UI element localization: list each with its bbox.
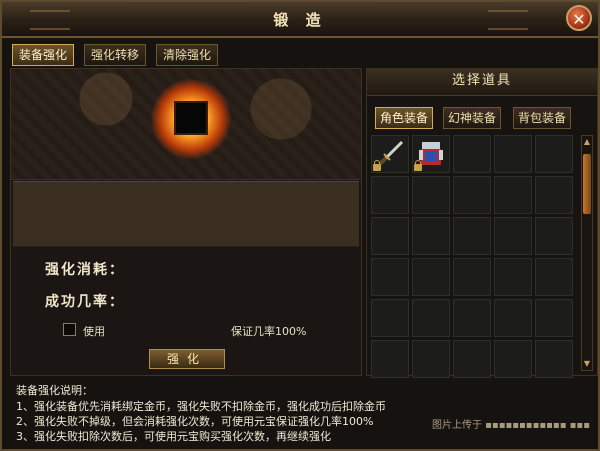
enhance-item-slot[interactable] [174, 101, 208, 135]
item-slot[interactable] [494, 217, 532, 255]
item-slot[interactable] [453, 176, 491, 214]
success-rate-label: 成功几率： [45, 294, 125, 310]
item-slot[interactable] [453, 258, 491, 296]
item-slot[interactable] [494, 340, 532, 378]
item-slot[interactable] [371, 258, 409, 296]
scroll-up-icon[interactable]: ▲ [582, 136, 592, 148]
item-slot[interactable] [371, 176, 409, 214]
lock-icon [373, 160, 381, 171]
item-slot[interactable] [371, 135, 409, 173]
item-slot[interactable] [371, 299, 409, 337]
enhance-button[interactable]: 强化 [149, 349, 225, 369]
item-slot[interactable] [494, 299, 532, 337]
tab-enhance-transfer[interactable]: 强化转移 [84, 44, 147, 66]
item-slot[interactable] [371, 217, 409, 255]
item-slot[interactable] [535, 258, 573, 296]
instructions: 装备强化说明： 1、强化装备优先消耗绑定金币，强化失败不扣除金币，强化成功后扣除… [6, 380, 596, 450]
item-slot[interactable] [412, 258, 450, 296]
close-icon[interactable]: ✕ [566, 5, 592, 31]
tab-clear-enhance[interactable]: 清除强化 [156, 44, 219, 66]
watermark: 图片上传于 ▪▪▪▪▪▪▪▪▪▪▪▪ ▪▪▪ [431, 420, 590, 431]
instruction-line: 2、强化失败不掉级，但会消耗强化次数，可使用元宝保证强化几率100% [16, 415, 374, 428]
item-slot[interactable] [494, 176, 532, 214]
use-label: 使用 [83, 325, 105, 338]
item-slot[interactable] [535, 340, 573, 378]
cost-label: 强化消耗： [45, 262, 125, 278]
item-slot[interactable] [412, 340, 450, 378]
item-slot[interactable] [535, 176, 573, 214]
title-ornament-right [488, 10, 528, 30]
item-slot[interactable] [412, 299, 450, 337]
item-slot[interactable] [535, 299, 573, 337]
tab-phantom-equipment[interactable]: 幻神装备 [443, 107, 501, 129]
item-slot[interactable] [535, 217, 573, 255]
item-slot[interactable] [412, 217, 450, 255]
tab-bag-equipment[interactable]: 背包装备 [513, 107, 571, 129]
item-grid [371, 135, 575, 378]
item-info-box [13, 181, 359, 247]
lock-icon [414, 160, 422, 171]
item-slot[interactable] [371, 340, 409, 378]
instruction-line: 1、强化装备优先消耗绑定金币，强化失败不扣除金币，强化成功后扣除金币 [16, 400, 386, 413]
tab-character-equipment[interactable]: 角色装备 [375, 107, 433, 129]
guarantee-text: 保证几率100% [231, 325, 307, 338]
scroll-down-icon[interactable]: ▼ [582, 358, 592, 370]
forge-window: 锻 造 ✕ 装备强化 强化转移 清除强化 强化消耗： 成功几率： 使用 保证几率… [0, 0, 600, 451]
tab-equipment-enhance[interactable]: 装备强化 [12, 44, 75, 66]
item-slot[interactable] [494, 258, 532, 296]
item-select-panel: 选择道具 角色装备 幻神装备 背包装备 ▲ ▼ [366, 68, 598, 378]
forge-artwork [11, 69, 361, 180]
item-slot[interactable] [535, 135, 573, 173]
instructions-title: 装备强化说明： [16, 384, 93, 397]
item-slot[interactable] [453, 135, 491, 173]
instruction-line: 3、强化失败扣除次数后，可使用元宝购买强化次数，再继续强化 [16, 430, 331, 443]
item-select-header: 选择道具 [367, 69, 597, 96]
enhance-panel: 强化消耗： 成功几率： 使用 保证几率100% 强化 [10, 68, 362, 376]
item-slot[interactable] [453, 340, 491, 378]
item-slot[interactable] [453, 217, 491, 255]
item-slot[interactable] [412, 135, 450, 173]
item-slot[interactable] [453, 299, 491, 337]
item-slot[interactable] [494, 135, 532, 173]
item-slot[interactable] [412, 176, 450, 214]
use-ingot-checkbox[interactable] [63, 323, 76, 336]
item-grid-scrollbar[interactable]: ▲ ▼ [581, 135, 593, 371]
title-bar: 锻 造 [2, 2, 598, 38]
scrollbar-thumb[interactable] [583, 154, 591, 214]
